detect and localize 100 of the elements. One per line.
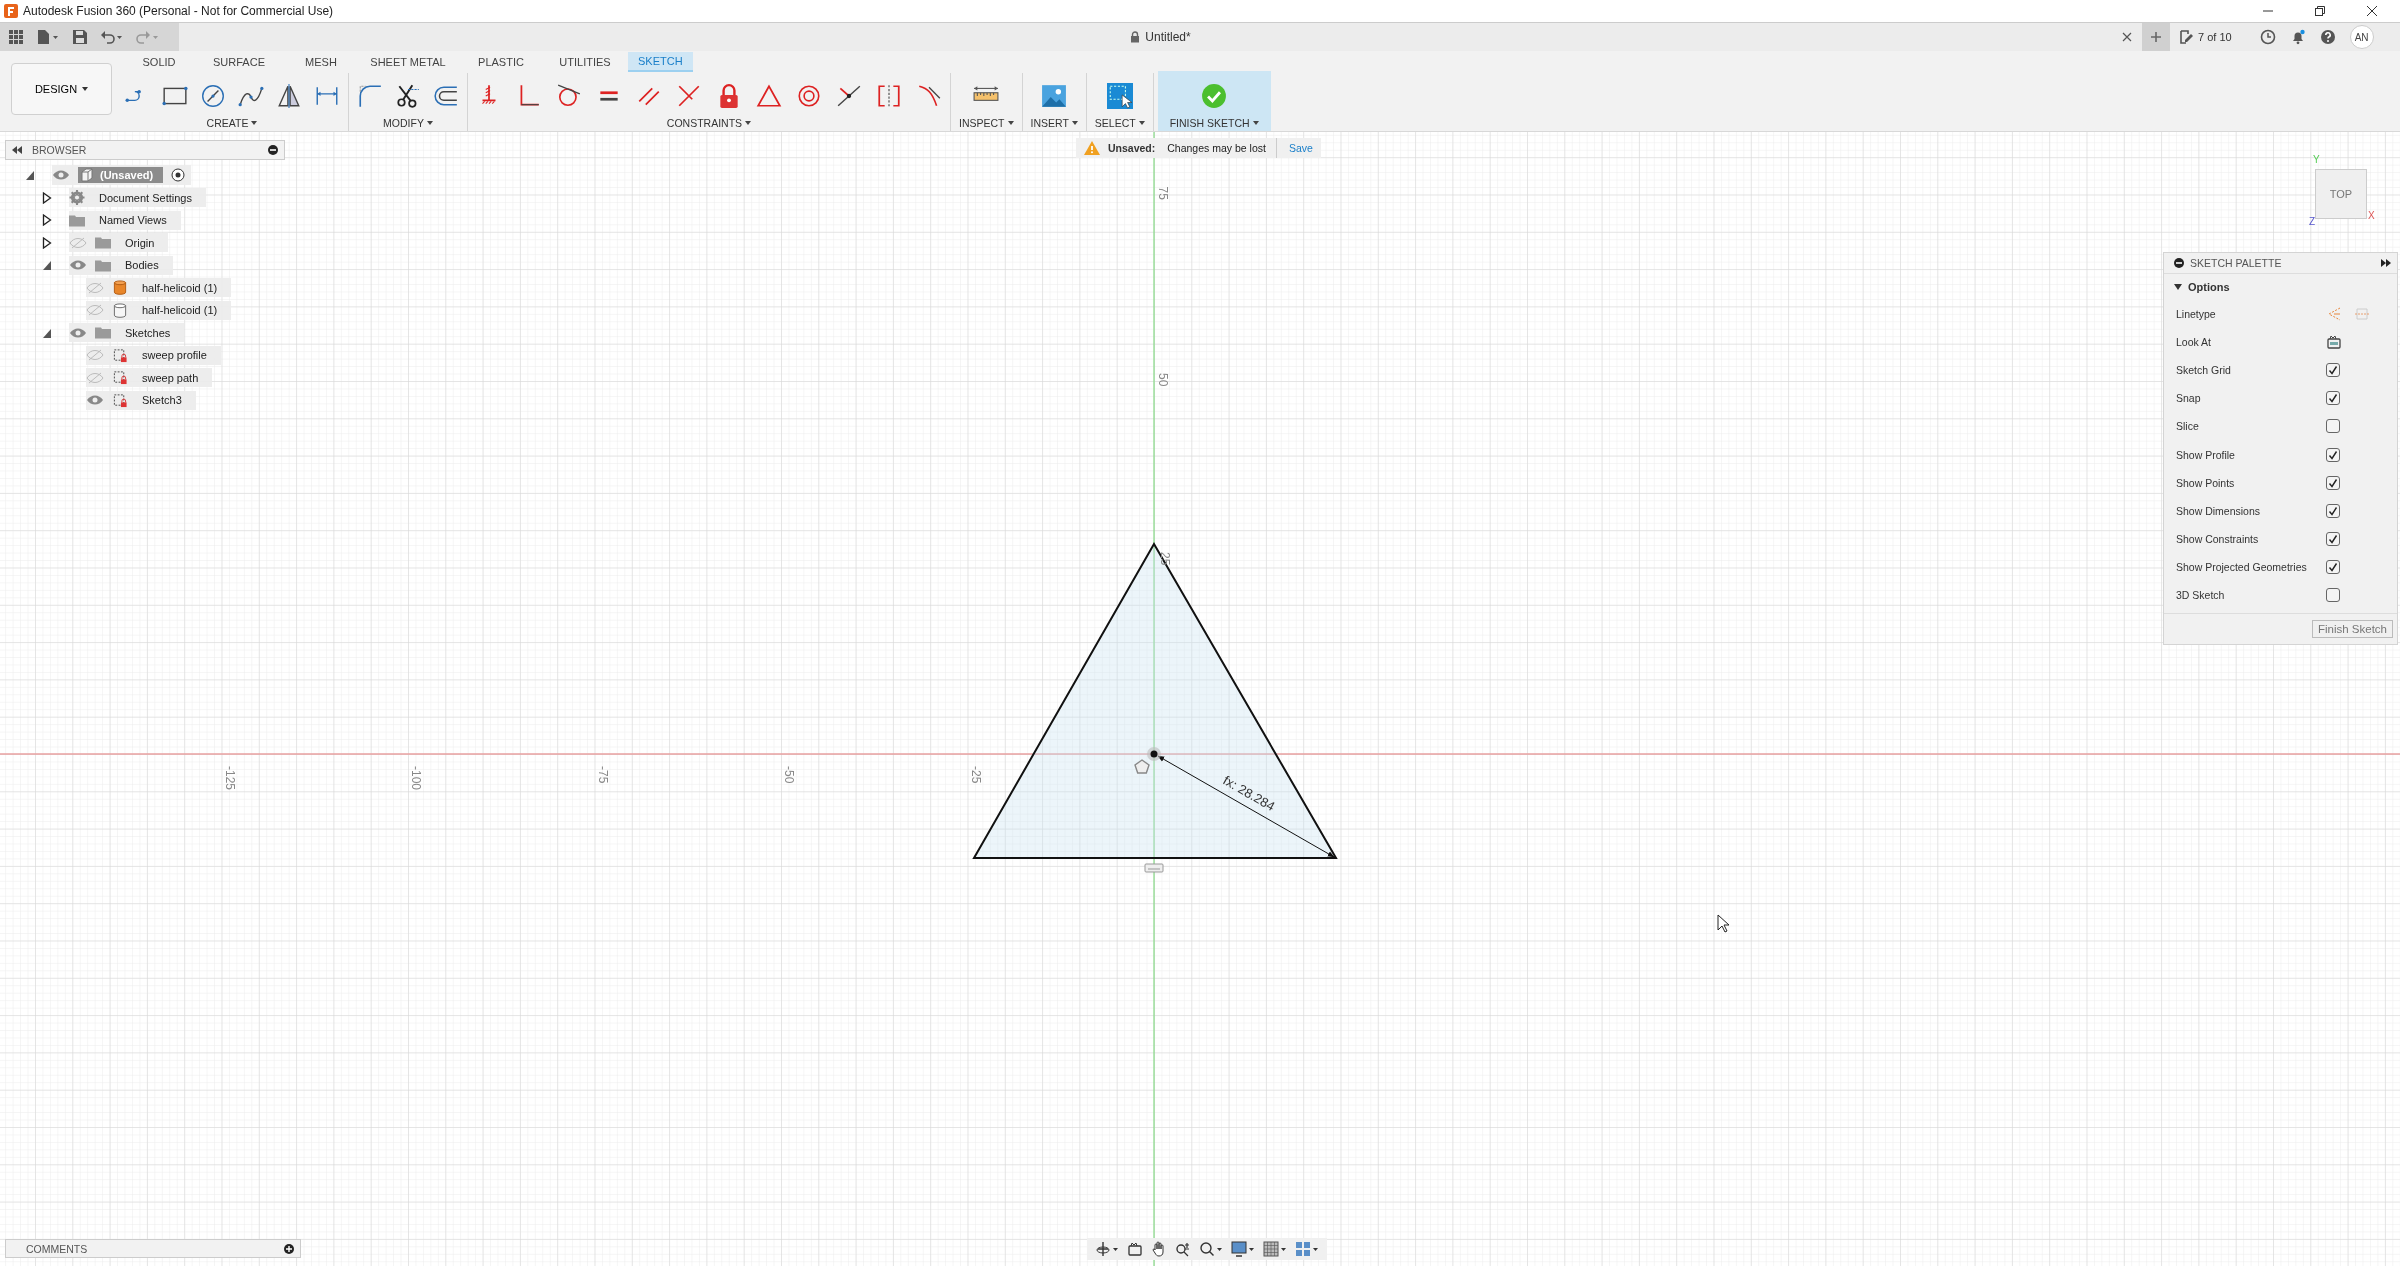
collapsed-triangle-icon[interactable]: [42, 191, 52, 204]
minus-circle-icon[interactable]: [2174, 258, 2184, 268]
lock-icon: [1130, 31, 1141, 43]
pan-hand-icon[interactable]: [1151, 1241, 1167, 1257]
caret-icon[interactable]: [2174, 284, 2182, 290]
plus-icon: [2150, 31, 2162, 43]
folder-icon: [95, 235, 111, 251]
ribbon-tab[interactable]: SURFACE: [192, 53, 286, 71]
image-icon[interactable]: [1041, 83, 1068, 109]
close-icon[interactable]: [2366, 5, 2378, 17]
ribbon-tab[interactable]: SOLID: [126, 53, 192, 71]
job-status-button[interactable]: 7 of 10: [2180, 30, 2232, 44]
concentric-circles-icon[interactable]: [796, 83, 822, 109]
collapse-icon[interactable]: [12, 146, 22, 154]
warning-icon: [1084, 141, 1100, 155]
option-label: Show Points: [2176, 476, 2236, 489]
ribbon-tab[interactable]: UTILITIES: [542, 53, 628, 71]
eye-icon[interactable]: [69, 326, 87, 339]
save-link[interactable]: Save: [1288, 142, 1313, 154]
bracket-pair-icon[interactable]: [876, 83, 902, 109]
apps-grid-icon[interactable]: [8, 29, 24, 45]
document-tab-title[interactable]: Untitled*: [1145, 30, 1191, 44]
curve-line-icon[interactable]: [916, 83, 942, 109]
tool-group-menu-button[interactable]: INSPECT: [959, 117, 1014, 129]
tool-group-menu-button[interactable]: INSERT: [1030, 117, 1078, 129]
collapsed-triangle-icon[interactable]: [42, 214, 52, 227]
tool-group-menu-button[interactable]: SELECT: [1094, 117, 1145, 129]
crossing-lines-icon[interactable]: [676, 83, 702, 109]
center-point-icon: [1147, 747, 1161, 761]
display-icon[interactable]: [1231, 1241, 1255, 1257]
expanded-triangle-icon[interactable]: [25, 169, 35, 182]
orbit-icon[interactable]: [1095, 1241, 1119, 1257]
eye-icon[interactable]: [52, 169, 70, 182]
scissors-icon[interactable]: [395, 83, 421, 109]
caret-icon: [251, 121, 258, 125]
checkbox[interactable]: [2326, 588, 2340, 602]
checkbox[interactable]: [2326, 363, 2340, 378]
axis-tick-label: 75: [1156, 186, 1170, 200]
radio-button-icon[interactable]: [171, 168, 186, 183]
checkbox[interactable]: [2326, 475, 2340, 490]
ribbon-tab[interactable]: PLASTIC: [460, 53, 542, 71]
ribbon-tab[interactable]: SHEET METAL: [356, 53, 460, 71]
undo-icon[interactable]: [100, 29, 124, 45]
checkbox[interactable]: [2326, 391, 2340, 406]
mirror-icon[interactable]: [276, 83, 302, 109]
help-icon[interactable]: [2319, 29, 2336, 45]
triangle-icon[interactable]: [756, 83, 782, 109]
viewports-icon[interactable]: [1295, 1241, 1319, 1257]
cylinder-icon: [112, 280, 128, 296]
checkbox[interactable]: [2326, 447, 2340, 462]
zoom-icon[interactable]: [1175, 1241, 1191, 1257]
folder-icon: [95, 325, 111, 341]
ribbon-tab[interactable]: MESH: [286, 53, 356, 71]
eye-icon[interactable]: [69, 259, 87, 272]
save-icon[interactable]: [72, 29, 88, 45]
circle-icon[interactable]: [200, 83, 226, 109]
file-menu-icon[interactable]: [36, 29, 60, 45]
option-label: Show Dimensions: [2176, 504, 2262, 517]
collapsed-triangle-icon[interactable]: [42, 236, 52, 249]
checkbox[interactable]: [2326, 419, 2340, 434]
restore-icon[interactable]: [2314, 5, 2326, 17]
minus-circle-icon[interactable]: [268, 145, 278, 155]
app-logo-icon: [4, 4, 18, 18]
clock-icon[interactable]: [2259, 29, 2276, 45]
fit-zoom-icon[interactable]: [1199, 1241, 1223, 1257]
checkbox[interactable]: [2326, 559, 2340, 574]
plus-circle-icon[interactable]: [284, 1243, 294, 1254]
palette-title: SKETCH PALETTE: [2190, 257, 2282, 269]
close-icon[interactable]: [2122, 32, 2132, 42]
option-label: Show Profile: [2176, 448, 2236, 461]
horizontal-constraint-icon: [1144, 863, 1164, 873]
new-tab-button[interactable]: [2142, 23, 2170, 51]
expanded-triangle-icon[interactable]: [42, 259, 52, 272]
expand-icon[interactable]: [2381, 259, 2391, 267]
midpoint-icon[interactable]: [836, 83, 862, 109]
tool-group-menu-button[interactable]: CONSTRAINTS: [666, 117, 752, 129]
circle-tangent-icon[interactable]: [556, 83, 582, 109]
user-avatar[interactable]: AN: [2349, 25, 2374, 49]
checkmark-icon[interactable]: [1201, 83, 1228, 109]
checkbox[interactable]: [2326, 503, 2340, 518]
axis-tick-label: -125: [222, 766, 237, 791]
selection-box-icon[interactable]: [1106, 83, 1133, 109]
fillet-icon[interactable]: [357, 83, 383, 109]
workspace-dropdown[interactable]: DESIGN: [11, 63, 112, 115]
option-label: Sketch Grid: [2176, 364, 2232, 377]
view-cube[interactable]: TOP: [2315, 169, 2367, 219]
finish-sketch-button[interactable]: Finish Sketch: [2311, 620, 2393, 639]
tool-group-menu-button[interactable]: FINISH SKETCH: [1169, 117, 1259, 129]
grid-icon[interactable]: [1263, 1241, 1287, 1257]
tool-group-menu-button[interactable]: MODIFY: [383, 117, 433, 129]
sketch-icon: [112, 392, 128, 408]
pentagon-constraint-icon: [1134, 759, 1150, 774]
comments-title: COMMENTS: [26, 1242, 88, 1255]
tool-group-menu-button[interactable]: CREATE: [206, 117, 258, 129]
section-title[interactable]: Options: [2188, 281, 2230, 293]
eye-icon[interactable]: [86, 394, 104, 407]
checkbox[interactable]: [2326, 531, 2340, 546]
look-at-icon[interactable]: [1127, 1241, 1143, 1257]
option-label: Snap: [2176, 392, 2202, 405]
look-at-icon[interactable]: [2326, 334, 2342, 351]
